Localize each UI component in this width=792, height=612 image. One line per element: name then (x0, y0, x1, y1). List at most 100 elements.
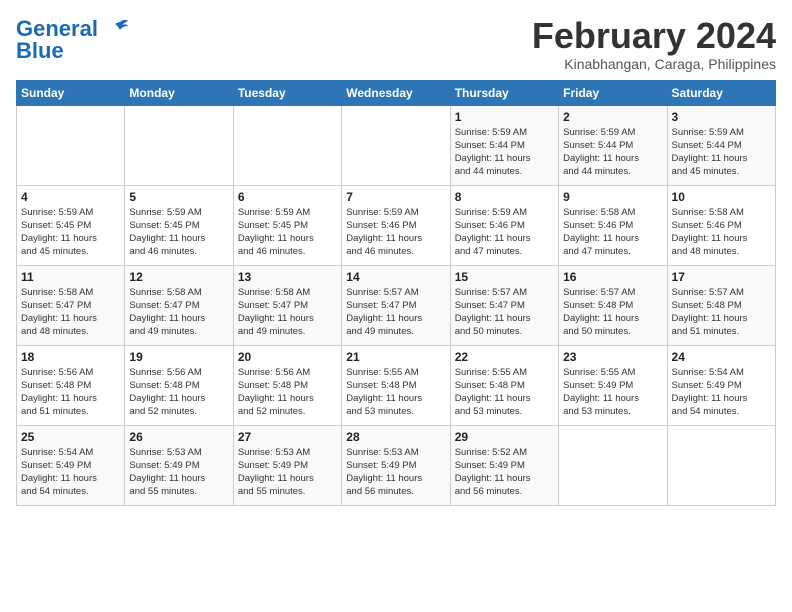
day-info: Sunrise: 5:55 AM Sunset: 5:48 PM Dayligh… (346, 366, 445, 419)
day-number: 2 (563, 110, 662, 124)
day-info: Sunrise: 5:59 AM Sunset: 5:46 PM Dayligh… (455, 206, 554, 259)
day-info: Sunrise: 5:58 AM Sunset: 5:46 PM Dayligh… (672, 206, 771, 259)
day-cell (559, 425, 667, 505)
day-number: 14 (346, 270, 445, 284)
day-info: Sunrise: 5:53 AM Sunset: 5:49 PM Dayligh… (238, 446, 337, 499)
week-row-1: 4 Sunrise: 5:59 AM Sunset: 5:45 PM Daylig… (17, 185, 776, 265)
day-cell: 27Sunrise: 5:53 AM Sunset: 5:49 PM Dayli… (233, 425, 341, 505)
day-number: 16 (563, 270, 662, 284)
day-number: 8 (455, 190, 554, 204)
day-cell: 17 Sunrise: 5:57 AM Sunset: 5:48 PM Dayli… (667, 265, 775, 345)
day-cell: 21 Sunrise: 5:55 AM Sunset: 5:48 PM Dayli… (342, 345, 450, 425)
header-tuesday: Tuesday (233, 80, 341, 105)
day-info: Sunrise: 5:54 AM Sunset: 5:49 PM Dayligh… (21, 446, 120, 499)
day-number: 19 (129, 350, 228, 364)
header: General Blue February 2024 Kinabhangan, … (16, 16, 776, 72)
day-info: Sunrise: 5:57 AM Sunset: 5:47 PM Dayligh… (455, 286, 554, 339)
day-info: Sunrise: 5:58 AM Sunset: 5:47 PM Dayligh… (238, 286, 337, 339)
day-info: Sunrise: 5:59 AM Sunset: 5:46 PM Dayligh… (346, 206, 445, 259)
day-cell: 7 Sunrise: 5:59 AM Sunset: 5:46 PM Daylig… (342, 185, 450, 265)
day-cell: 9Sunrise: 5:58 AM Sunset: 5:46 PM Daylig… (559, 185, 667, 265)
logo: General Blue (16, 16, 130, 64)
header-friday: Friday (559, 80, 667, 105)
day-number: 26 (129, 430, 228, 444)
day-number: 1 (455, 110, 554, 124)
day-number: 20 (238, 350, 337, 364)
day-number: 7 (346, 190, 445, 204)
day-number: 6 (238, 190, 337, 204)
day-info: Sunrise: 5:59 AM Sunset: 5:44 PM Dayligh… (672, 126, 771, 179)
header-thursday: Thursday (450, 80, 558, 105)
day-info: Sunrise: 5:57 AM Sunset: 5:48 PM Dayligh… (563, 286, 662, 339)
week-row-4: 25 Sunrise: 5:54 AM Sunset: 5:49 PM Dayli… (17, 425, 776, 505)
day-number: 3 (672, 110, 771, 124)
day-info: Sunrise: 5:55 AM Sunset: 5:48 PM Dayligh… (455, 366, 554, 419)
day-info: Sunrise: 5:59 AM Sunset: 5:45 PM Dayligh… (129, 206, 228, 259)
day-info: Sunrise: 5:58 AM Sunset: 5:47 PM Dayligh… (21, 286, 120, 339)
day-info: Sunrise: 5:58 AM Sunset: 5:46 PM Dayligh… (563, 206, 662, 259)
day-info: Sunrise: 5:59 AM Sunset: 5:45 PM Dayligh… (238, 206, 337, 259)
day-number: 10 (672, 190, 771, 204)
day-cell: 28 Sunrise: 5:53 AM Sunset: 5:49 PM Dayli… (342, 425, 450, 505)
day-cell: 20 Sunrise: 5:56 AM Sunset: 5:48 PM Dayli… (233, 345, 341, 425)
day-cell: 25 Sunrise: 5:54 AM Sunset: 5:49 PM Dayli… (17, 425, 125, 505)
day-cell (667, 425, 775, 505)
subtitle: Kinabhangan, Caraga, Philippines (532, 56, 776, 72)
logo-blue-text: Blue (16, 38, 64, 64)
day-cell (342, 105, 450, 185)
week-row-2: 11 Sunrise: 5:58 AM Sunset: 5:47 PM Dayli… (17, 265, 776, 345)
header-wednesday: Wednesday (342, 80, 450, 105)
day-cell: 10 Sunrise: 5:58 AM Sunset: 5:46 PM Dayli… (667, 185, 775, 265)
title-area: February 2024 Kinabhangan, Caraga, Phili… (532, 16, 776, 72)
header-monday: Monday (125, 80, 233, 105)
day-number: 13 (238, 270, 337, 284)
day-cell: 19 Sunrise: 5:56 AM Sunset: 5:48 PM Dayli… (125, 345, 233, 425)
day-number: 21 (346, 350, 445, 364)
day-info: Sunrise: 5:59 AM Sunset: 5:45 PM Dayligh… (21, 206, 120, 259)
day-info: Sunrise: 5:57 AM Sunset: 5:47 PM Dayligh… (346, 286, 445, 339)
day-info: Sunrise: 5:59 AM Sunset: 5:44 PM Dayligh… (563, 126, 662, 179)
day-cell: 23Sunrise: 5:55 AM Sunset: 5:49 PM Dayli… (559, 345, 667, 425)
day-cell: 26 Sunrise: 5:53 AM Sunset: 5:49 PM Dayli… (125, 425, 233, 505)
day-info: Sunrise: 5:56 AM Sunset: 5:48 PM Dayligh… (238, 366, 337, 419)
day-cell: 29Sunrise: 5:52 AM Sunset: 5:49 PM Dayli… (450, 425, 558, 505)
day-cell: 13 Sunrise: 5:58 AM Sunset: 5:47 PM Dayli… (233, 265, 341, 345)
calendar-header-row: SundayMondayTuesdayWednesdayThursdayFrid… (17, 80, 776, 105)
day-cell: 16 Sunrise: 5:57 AM Sunset: 5:48 PM Dayli… (559, 265, 667, 345)
day-cell: 24Sunrise: 5:54 AM Sunset: 5:49 PM Dayli… (667, 345, 775, 425)
day-info: Sunrise: 5:53 AM Sunset: 5:49 PM Dayligh… (129, 446, 228, 499)
day-number: 28 (346, 430, 445, 444)
day-cell: 14 Sunrise: 5:57 AM Sunset: 5:47 PM Dayli… (342, 265, 450, 345)
week-row-0: 1 Sunrise: 5:59 AM Sunset: 5:44 PM Daylig… (17, 105, 776, 185)
day-cell: 5 Sunrise: 5:59 AM Sunset: 5:45 PM Daylig… (125, 185, 233, 265)
day-cell: 12 Sunrise: 5:58 AM Sunset: 5:47 PM Dayli… (125, 265, 233, 345)
week-row-3: 18Sunrise: 5:56 AM Sunset: 5:48 PM Dayli… (17, 345, 776, 425)
day-cell: 18Sunrise: 5:56 AM Sunset: 5:48 PM Dayli… (17, 345, 125, 425)
day-info: Sunrise: 5:56 AM Sunset: 5:48 PM Dayligh… (129, 366, 228, 419)
day-cell: 6 Sunrise: 5:59 AM Sunset: 5:45 PM Daylig… (233, 185, 341, 265)
header-saturday: Saturday (667, 80, 775, 105)
day-number: 15 (455, 270, 554, 284)
day-info: Sunrise: 5:57 AM Sunset: 5:48 PM Dayligh… (672, 286, 771, 339)
day-cell: 4 Sunrise: 5:59 AM Sunset: 5:45 PM Daylig… (17, 185, 125, 265)
day-number: 25 (21, 430, 120, 444)
calendar-table: SundayMondayTuesdayWednesdayThursdayFrid… (16, 80, 776, 506)
day-cell (125, 105, 233, 185)
day-number: 12 (129, 270, 228, 284)
day-info: Sunrise: 5:59 AM Sunset: 5:44 PM Dayligh… (455, 126, 554, 179)
day-number: 24 (672, 350, 771, 364)
day-cell: 11 Sunrise: 5:58 AM Sunset: 5:47 PM Dayli… (17, 265, 125, 345)
day-info: Sunrise: 5:58 AM Sunset: 5:47 PM Dayligh… (129, 286, 228, 339)
day-number: 17 (672, 270, 771, 284)
day-number: 4 (21, 190, 120, 204)
day-cell: 2 Sunrise: 5:59 AM Sunset: 5:44 PM Daylig… (559, 105, 667, 185)
day-info: Sunrise: 5:53 AM Sunset: 5:49 PM Dayligh… (346, 446, 445, 499)
day-cell: 22 Sunrise: 5:55 AM Sunset: 5:48 PM Dayli… (450, 345, 558, 425)
month-title: February 2024 (532, 16, 776, 56)
day-number: 5 (129, 190, 228, 204)
day-cell: 8 Sunrise: 5:59 AM Sunset: 5:46 PM Daylig… (450, 185, 558, 265)
day-number: 22 (455, 350, 554, 364)
day-info: Sunrise: 5:56 AM Sunset: 5:48 PM Dayligh… (21, 366, 120, 419)
day-number: 11 (21, 270, 120, 284)
logo-bird-icon (100, 18, 130, 40)
